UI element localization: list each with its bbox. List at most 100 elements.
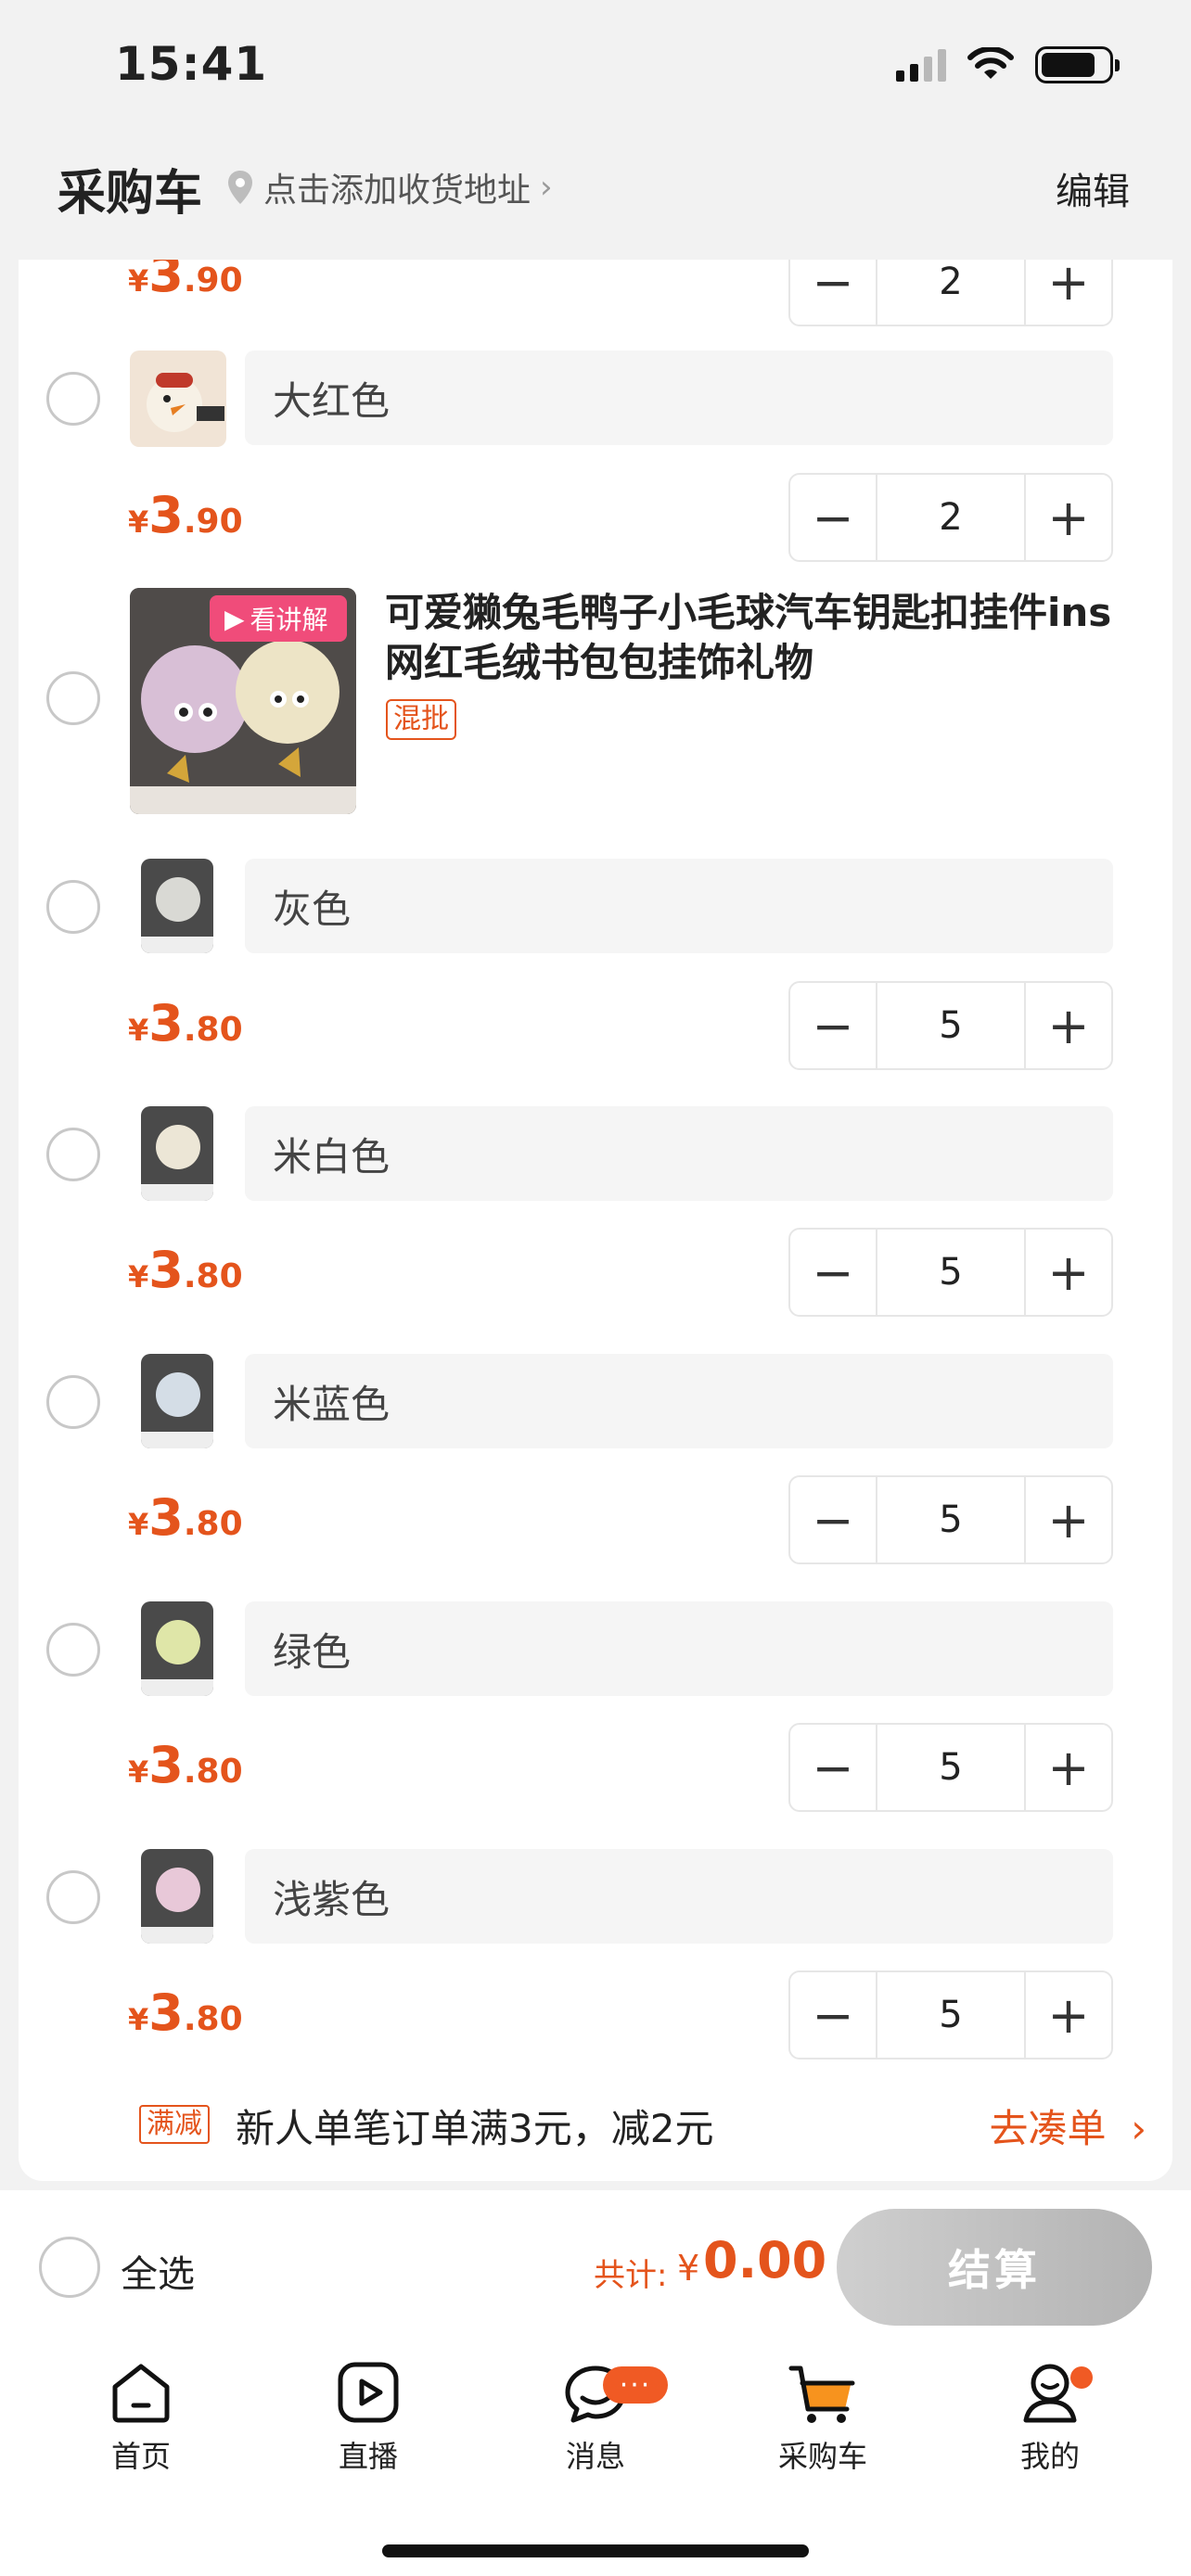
- variant-image-icon: [141, 1849, 213, 1944]
- message-badge: ···: [603, 2366, 668, 2404]
- variant-thumbnail[interactable]: [141, 1849, 213, 1944]
- page-title: 采购车: [58, 166, 203, 222]
- tab-home[interactable]: 首页: [76, 2357, 206, 2476]
- total-currency: ¥: [677, 2248, 700, 2289]
- add-more-link[interactable]: 去凑单 ›: [989, 2098, 1146, 2154]
- location-pin-icon: [228, 171, 252, 204]
- play-icon: ▶: [224, 603, 245, 634]
- video-lecture-badge[interactable]: ▶ 看讲解: [210, 595, 347, 642]
- quantity-stepper[interactable]: − 5 +: [788, 1970, 1113, 2060]
- quantity-stepper[interactable]: − 5 +: [788, 1723, 1113, 1812]
- quantity-value[interactable]: 2: [876, 475, 1026, 560]
- cart-list: ¥3.90 − 2 + 大红色 ¥3.90 − 2 + ▶ 看讲解 可爱獭兔毛鸭…: [19, 260, 1172, 2181]
- item-checkbox[interactable]: [46, 1128, 100, 1181]
- notification-dot: [1070, 2366, 1093, 2389]
- increase-button[interactable]: +: [1026, 1972, 1111, 2058]
- variant-selector[interactable]: 灰色: [245, 859, 1113, 953]
- variant-image-icon: [141, 859, 213, 953]
- quantity-value[interactable]: 5: [876, 1725, 1026, 1810]
- select-all-checkbox[interactable]: [39, 2237, 100, 2298]
- product-thumbnail[interactable]: [130, 351, 226, 447]
- product-checkbox[interactable]: [46, 671, 100, 725]
- variant-selector[interactable]: 绿色: [245, 1601, 1113, 1696]
- decrease-button[interactable]: −: [790, 260, 876, 325]
- address-selector[interactable]: 点击添加收货地址 ›: [226, 163, 553, 211]
- item-price: ¥3.80: [128, 1983, 243, 2042]
- product-title[interactable]: 可爱獭兔毛鸭子小毛球汽车钥匙扣挂件ins网红毛绒书包包挂饰礼物: [385, 588, 1146, 688]
- mixed-batch-tag: 混批: [386, 699, 456, 740]
- total-amount: 0.00: [703, 2231, 827, 2289]
- quantity-stepper[interactable]: − 2 +: [788, 473, 1113, 562]
- variant-thumbnail[interactable]: [141, 1106, 213, 1201]
- status-time: 15:41: [115, 37, 268, 91]
- item-checkbox[interactable]: [46, 1375, 100, 1429]
- quantity-stepper[interactable]: − 5 +: [788, 1475, 1113, 1564]
- home-indicator[interactable]: [382, 2544, 809, 2557]
- variant-selector[interactable]: 大红色: [245, 351, 1113, 445]
- item-price: ¥3.80: [128, 1488, 243, 1547]
- item-price: ¥3.90: [128, 486, 243, 544]
- decrease-button[interactable]: −: [790, 475, 876, 560]
- item-price: ¥3.80: [128, 1736, 243, 1794]
- increase-button[interactable]: +: [1026, 1477, 1111, 1562]
- quantity-value[interactable]: 5: [876, 983, 1026, 1068]
- cart-icon: [788, 2366, 855, 2423]
- quantity-value[interactable]: 5: [876, 1477, 1026, 1562]
- increase-button[interactable]: +: [1026, 475, 1111, 560]
- status-bar: 15:41: [0, 0, 1191, 130]
- decrease-button[interactable]: −: [790, 1972, 876, 2058]
- decrease-button[interactable]: −: [790, 1230, 876, 1315]
- tab-profile[interactable]: 我的: [985, 2357, 1115, 2476]
- variant-thumbnail[interactable]: [141, 859, 213, 953]
- item-price: ¥3.80: [128, 1241, 243, 1299]
- select-all-label[interactable]: 全选: [121, 2244, 195, 2298]
- variant-image-icon: [141, 1106, 213, 1201]
- tab-bar: 首页 直播 ··· 消息 采购车 我的: [0, 2339, 1191, 2576]
- decrease-button[interactable]: −: [790, 1725, 876, 1810]
- promo-text: 新人单笔订单满3元，减2元: [236, 2106, 714, 2151]
- variant-thumbnail[interactable]: [141, 1601, 213, 1696]
- tab-cart[interactable]: 采购车: [758, 2357, 888, 2476]
- tab-messages[interactable]: ··· 消息: [531, 2357, 668, 2476]
- duck-image-icon: [147, 373, 224, 432]
- quantity-value[interactable]: 5: [876, 1230, 1026, 1315]
- variant-selector[interactable]: 米白色: [245, 1106, 1113, 1201]
- status-icons: [896, 46, 1120, 83]
- address-prompt: 点击添加收货地址: [263, 172, 531, 210]
- quantity-stepper[interactable]: − 5 +: [788, 1228, 1113, 1317]
- item-checkbox[interactable]: [46, 1623, 100, 1677]
- wifi-icon: [967, 47, 1014, 79]
- item-checkbox[interactable]: [46, 1870, 100, 1924]
- increase-button[interactable]: +: [1026, 983, 1111, 1068]
- variant-image-icon: [141, 1601, 213, 1696]
- item-price: ¥3.90: [128, 260, 243, 303]
- tab-live[interactable]: 直播: [303, 2357, 433, 2476]
- quantity-stepper[interactable]: − 5 +: [788, 981, 1113, 1070]
- increase-button[interactable]: +: [1026, 1725, 1111, 1810]
- item-checkbox[interactable]: [46, 880, 100, 934]
- battery-icon: [1035, 46, 1120, 83]
- variant-selector[interactable]: 米蓝色: [245, 1354, 1113, 1448]
- cellular-signal-icon: [896, 48, 946, 82]
- quantity-stepper[interactable]: − 2 +: [788, 260, 1113, 326]
- variant-image-icon: [141, 1354, 213, 1448]
- edit-button[interactable]: 编辑: [1056, 161, 1130, 215]
- chevron-right-icon: ›: [540, 169, 553, 206]
- header: 采购车 点击添加收货地址 › 编辑: [0, 130, 1191, 260]
- increase-button[interactable]: +: [1026, 1230, 1111, 1315]
- checkout-bar: 全选 共计: ¥ 0.00 结算: [0, 2190, 1191, 2339]
- increase-button[interactable]: +: [1026, 260, 1111, 325]
- checkout-button[interactable]: 结算: [837, 2209, 1152, 2326]
- chevron-right-icon: ›: [1118, 2106, 1146, 2151]
- home-icon: [112, 2364, 170, 2423]
- variant-thumbnail[interactable]: [141, 1354, 213, 1448]
- quantity-value[interactable]: 5: [876, 1972, 1026, 2058]
- item-checkbox[interactable]: [46, 372, 100, 426]
- decrease-button[interactable]: −: [790, 1477, 876, 1562]
- quantity-value[interactable]: 2: [876, 260, 1026, 325]
- promo-tag: 满减: [139, 2105, 210, 2144]
- variant-selector[interactable]: 浅紫色: [245, 1849, 1113, 1944]
- total-label: 共计:: [594, 2257, 668, 2294]
- decrease-button[interactable]: −: [790, 983, 876, 1068]
- live-play-icon: [338, 2362, 399, 2423]
